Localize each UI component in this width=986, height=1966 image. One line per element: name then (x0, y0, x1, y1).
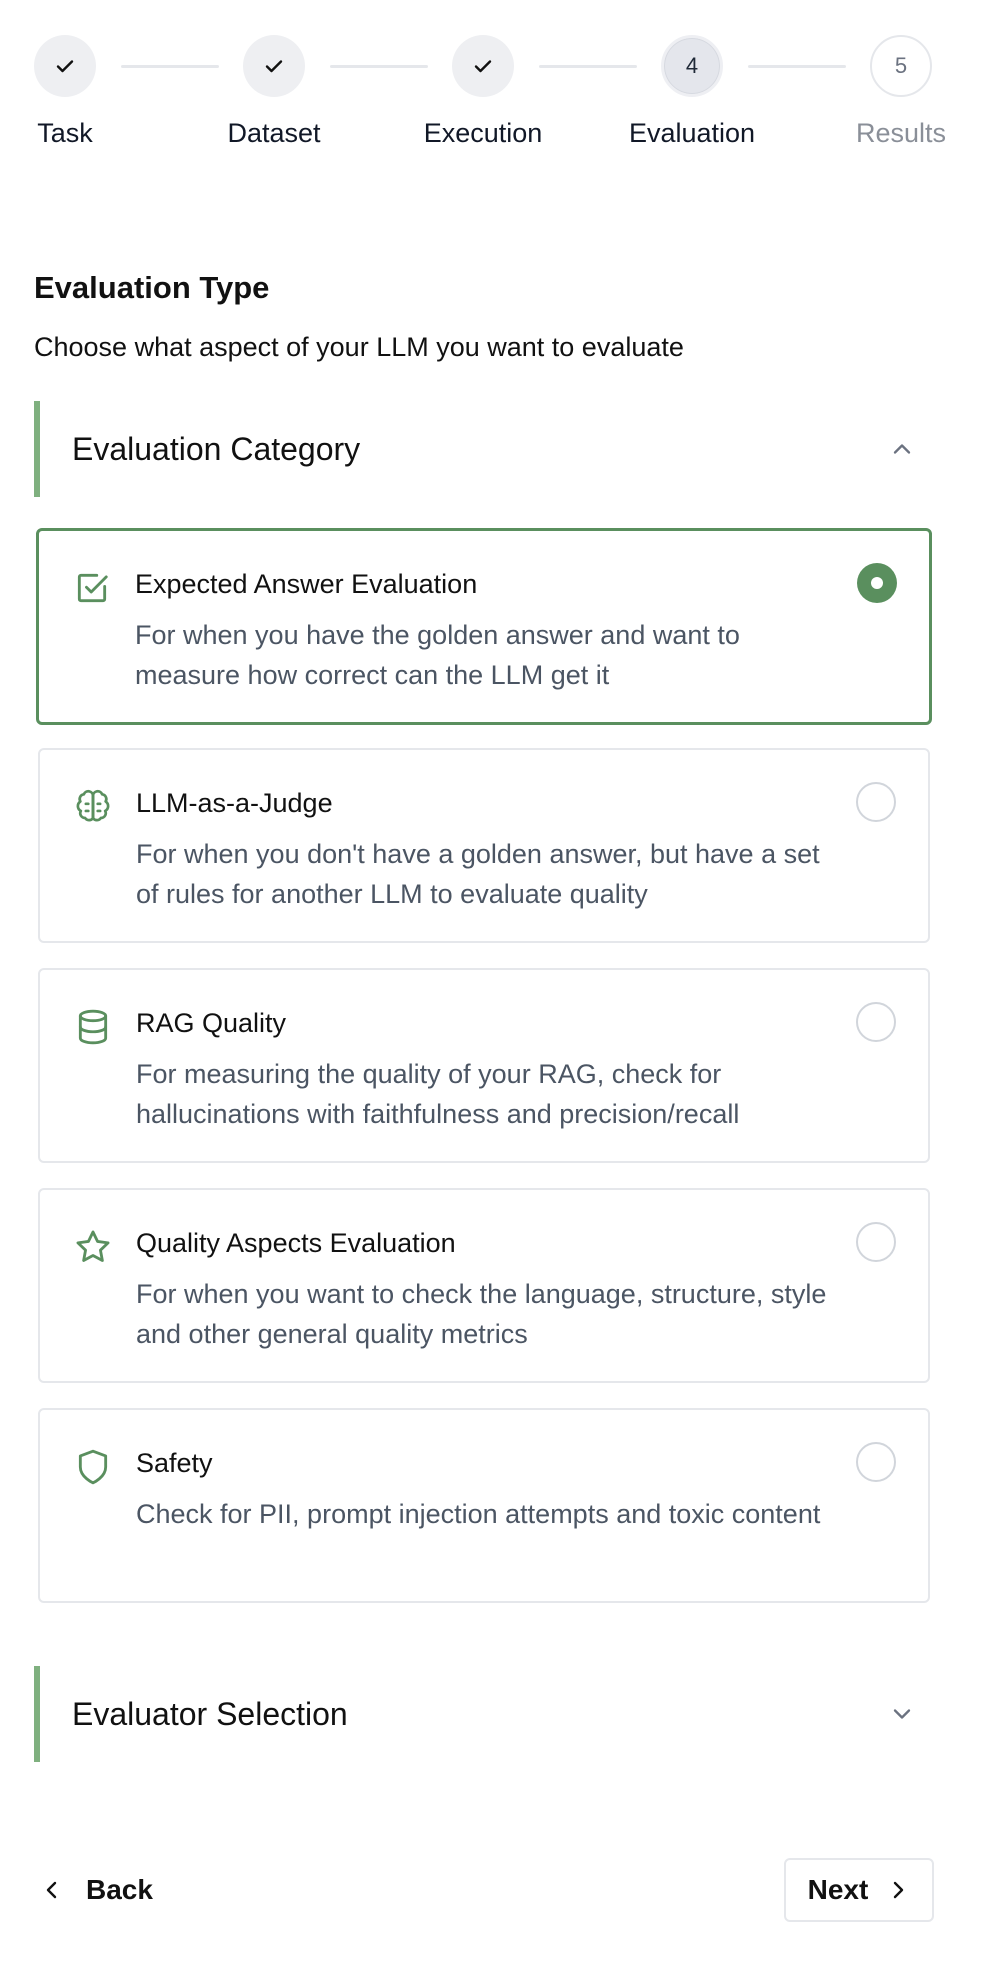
step-number: 5 (894, 53, 908, 78)
option-quality-aspects[interactable]: Quality Aspects Evaluation For when you … (38, 1188, 930, 1383)
option-radio[interactable] (856, 782, 896, 822)
database-icon (78, 1009, 108, 1045)
check-icon (265, 60, 283, 73)
option-expected-answer[interactable]: Expected Answer Evaluation For when you … (36, 528, 932, 725)
step-connector (330, 65, 428, 68)
option-title: RAG Quality (136, 1008, 287, 1038)
option-radio[interactable] (857, 563, 897, 603)
check-icon (474, 60, 492, 73)
step-label-dataset: Dataset (227, 118, 321, 148)
step-connector (748, 65, 846, 68)
shield-icon (78, 1449, 108, 1485)
step-label-task: Task (37, 118, 93, 148)
evaluation-category-header[interactable]: Evaluation Category (34, 401, 934, 497)
back-button[interactable]: Back (40, 1858, 153, 1922)
step-connector (539, 65, 637, 68)
option-description: For measuring the quality of your RAG, c… (136, 1059, 740, 1129)
brain-icon (76, 790, 110, 822)
back-button-label: Back (86, 1874, 153, 1905)
option-description: For when you want to check the language,… (136, 1279, 827, 1349)
step-evaluation-circle[interactable]: 4 (661, 35, 723, 97)
section-title: Evaluation Category (72, 430, 361, 467)
checkbox-icon (77, 573, 108, 603)
section-title: Evaluator Selection (72, 1695, 348, 1732)
step-task-circle[interactable] (34, 35, 96, 97)
check-icon (56, 60, 74, 73)
option-description: Check for PII, prompt injection attempts… (136, 1499, 821, 1529)
page-subtitle: Choose what aspect of your LLM you want … (34, 332, 684, 362)
chevron-right-icon (894, 1881, 904, 1899)
option-llm-as-a-judge[interactable]: LLM-as-a-Judge For when you don't have a… (38, 748, 930, 943)
evaluator-selection-header[interactable]: Evaluator Selection (34, 1666, 934, 1762)
next-button[interactable]: Next (784, 1858, 934, 1922)
step-dataset-circle[interactable] (243, 35, 305, 97)
next-button-label: Next (807, 1874, 869, 1905)
chevron-left-icon (46, 1881, 57, 1899)
step-connector (121, 65, 219, 68)
option-title: Expected Answer Evaluation (135, 569, 478, 599)
option-description: For when you have the golden answer and … (135, 620, 740, 690)
progress-stepper: 4 5 Task Dataset Execution Evaluation Re… (0, 0, 986, 170)
option-radio[interactable] (856, 1002, 896, 1042)
page-title: Evaluation Type (34, 270, 270, 305)
step-execution-circle[interactable] (452, 35, 514, 97)
step-label-evaluation: Evaluation (628, 118, 756, 148)
step-label-results: Results (855, 118, 947, 148)
option-radio[interactable] (856, 1442, 896, 1482)
step-results-circle[interactable]: 5 (870, 35, 932, 97)
option-radio[interactable] (856, 1222, 896, 1262)
option-title: Safety (136, 1448, 213, 1478)
chevron-down-icon (893, 1709, 911, 1719)
option-title: LLM-as-a-Judge (136, 788, 333, 818)
option-safety[interactable]: Safety Check for PII, prompt injection a… (38, 1408, 930, 1603)
step-number: 4 (685, 53, 699, 78)
option-description: For when you don't have a golden answer,… (136, 839, 820, 909)
chevron-up-icon (893, 444, 911, 454)
option-rag-quality[interactable]: RAG Quality For measuring the quality of… (38, 968, 930, 1163)
option-title: Quality Aspects Evaluation (136, 1228, 456, 1258)
step-label-execution: Execution (423, 118, 543, 148)
star-icon (76, 1230, 110, 1262)
